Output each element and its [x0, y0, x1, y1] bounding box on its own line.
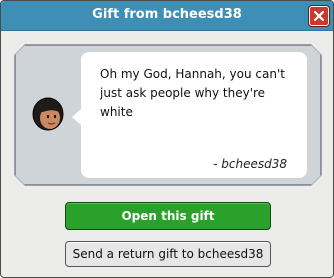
gift-dialog: Gift from bcheesd38 Oh my God, Hannah, y… [0, 0, 334, 278]
gift-signature: - bcheesd38 [213, 157, 287, 171]
dialog-title: Gift from bcheesd38 [92, 7, 242, 22]
send-return-gift-button[interactable]: Send a return gift to bcheesd38 [65, 241, 271, 267]
open-gift-button[interactable]: Open this gift [65, 202, 271, 230]
close-button[interactable] [309, 6, 329, 26]
title-bar[interactable]: Gift from bcheesd38 [1, 1, 333, 31]
gift-message-text: Oh my God, Hannah, you can't just ask pe… [100, 67, 285, 119]
user-avatar-icon [32, 97, 64, 131]
close-icon [313, 10, 325, 22]
